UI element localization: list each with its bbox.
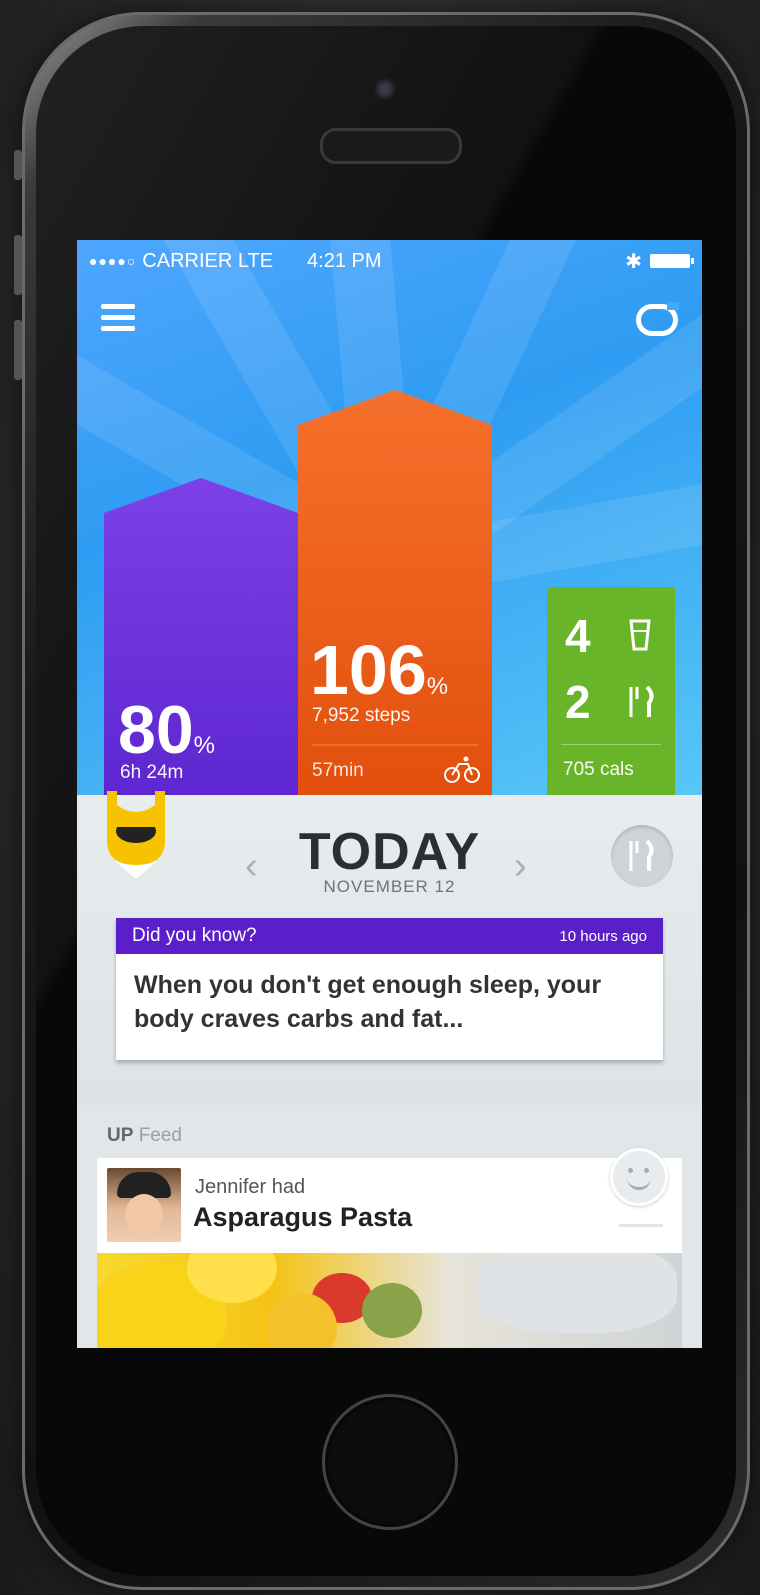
asparagus-shape — [362, 1283, 422, 1338]
move-value: 106 — [310, 631, 427, 709]
move-steps: 7,952 steps — [312, 705, 411, 726]
home-button[interactable] — [322, 1394, 458, 1530]
volume-down-button — [14, 320, 22, 380]
earpiece-speaker — [320, 128, 462, 164]
feed-title: Feed — [138, 1125, 182, 1146]
feed-brand: UP — [107, 1125, 134, 1146]
drinks-count: 4 — [565, 610, 591, 662]
day-title: TODAY — [298, 823, 481, 881]
insight-card[interactable]: Did you know? 10 hours ago When you don'… — [116, 918, 663, 1060]
bluetooth-icon: ✱ — [625, 250, 642, 273]
move-unit: % — [426, 673, 449, 700]
insight-text: When you don't get enough sleep, your bo… — [134, 971, 602, 1033]
bike-icon — [444, 756, 480, 783]
insight-header: Did you know? 10 hours ago — [116, 918, 663, 954]
volume-up-button — [14, 235, 22, 295]
utensils-icon — [629, 685, 654, 717]
meals-count: 2 — [565, 676, 591, 728]
activity-hero: ●●●●○ CARRIER LTE 4:21 PM ✱ 80% 6h 24m 1… — [77, 240, 702, 795]
day-date: NOVEMBER 12 — [323, 877, 456, 896]
front-camera — [371, 75, 399, 103]
band-sync-icon[interactable] — [636, 302, 679, 336]
status-bar: ●●●●○ CARRIER LTE 4:21 PM ✱ — [89, 246, 694, 276]
sleep-percent: 80% — [118, 696, 215, 764]
battery-icon — [650, 254, 694, 268]
utensils-icon — [629, 839, 654, 871]
log-food-button[interactable] — [611, 825, 673, 887]
sleep-unit: % — [193, 732, 215, 759]
status-time: 4:21 PM — [307, 249, 382, 272]
feed-header: UP Feed — [107, 1125, 182, 1147]
feed-item-title: Asparagus Pasta — [193, 1202, 413, 1232]
next-day-arrow[interactable]: › — [514, 845, 527, 888]
active-minutes: 57min — [312, 760, 364, 781]
move-bar-shape — [298, 390, 492, 795]
sleep-value: 80 — [118, 692, 194, 768]
feed-actor: Jennifer had — [195, 1176, 306, 1198]
signal-strength: ●●●●○ — [89, 253, 137, 269]
status-right: ✱ — [625, 249, 694, 274]
meal-photo[interactable] — [97, 1253, 682, 1348]
reaction-divider — [619, 1224, 663, 1227]
app-screen: ●●●●○ CARRIER LTE 4:21 PM ✱ 80% 6h 24m 1… — [77, 240, 702, 1348]
mute-switch — [14, 150, 22, 180]
glass-icon — [629, 619, 651, 651]
food-summary[interactable]: 4 2 705 cals — [547, 587, 675, 795]
avatar[interactable] — [107, 1168, 181, 1242]
carrier-label: CARRIER LTE — [142, 249, 274, 272]
sleep-duration: 6h 24m — [120, 762, 184, 783]
sleep-bar[interactable]: 80% 6h 24m — [104, 478, 298, 795]
food-divider — [561, 744, 661, 745]
feed-item[interactable]: Jennifer had Asparagus Pasta — [97, 1148, 682, 1253]
smiley-react-icon[interactable] — [610, 1148, 668, 1206]
insight-time: 10 hours ago — [559, 927, 647, 945]
plate-shape — [477, 1253, 677, 1333]
move-bar[interactable]: 106% 7,952 steps 57min — [298, 390, 492, 795]
calories: 705 cals — [563, 759, 634, 780]
day-panel: ‹ TODAY NOVEMBER 12 › Did you know? 10 h… — [77, 791, 702, 1348]
hamburger-menu-icon[interactable] — [101, 304, 135, 332]
insight-label: Did you know? — [132, 925, 257, 946]
move-percent: 106% — [310, 635, 448, 705]
